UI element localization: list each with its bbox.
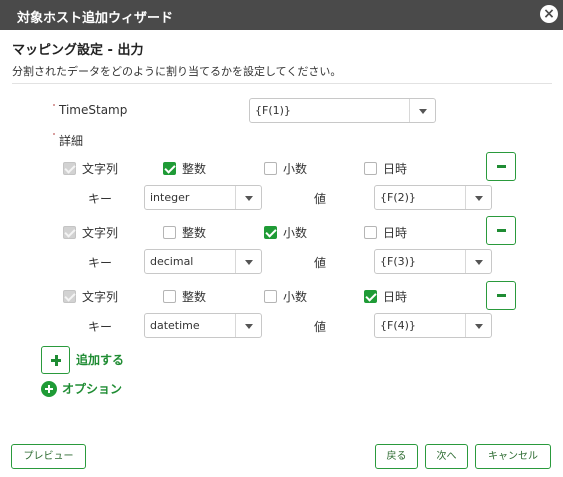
decimal-label: 小数	[283, 290, 308, 304]
value-select-value: {F(2)}	[380, 191, 416, 204]
datetime-label: 日時	[383, 226, 408, 240]
divider	[12, 83, 552, 84]
string-label: 文字列	[82, 226, 119, 240]
section-title: マッピング設定 - 出力	[12, 43, 144, 58]
remove-row-button[interactable]	[486, 281, 516, 310]
section-description: 分割されたデータをどのように割り当てるかを設定してください。	[12, 65, 342, 78]
decimal-label: 小数	[283, 162, 308, 176]
value-label: 値	[314, 192, 327, 206]
required-mark	[53, 104, 55, 106]
integer-label: 整数	[182, 162, 207, 176]
key-label: キー	[88, 192, 113, 206]
add-row-label[interactable]: 追加する	[76, 351, 124, 368]
chevron-down-icon	[465, 186, 491, 209]
key-select[interactable]: datetime	[144, 313, 262, 338]
back-button[interactable]: 戻る	[375, 444, 418, 469]
chevron-down-icon	[235, 186, 261, 209]
decimal-checkbox[interactable]	[264, 290, 277, 303]
plus-circle-icon[interactable]	[41, 381, 57, 397]
chevron-down-icon	[235, 314, 261, 337]
decimal-label: 小数	[283, 226, 308, 240]
key-label: キー	[88, 320, 113, 334]
integer-checkbox[interactable]	[163, 226, 176, 239]
remove-row-button[interactable]	[486, 216, 516, 245]
value-select-value: {F(4)}	[380, 319, 416, 332]
value-label: 値	[314, 256, 327, 270]
integer-checkbox[interactable]	[163, 290, 176, 303]
details-label: 詳細	[59, 134, 84, 148]
string-label: 文字列	[82, 162, 119, 176]
window-title: 対象ホスト追加ウィザード	[17, 11, 174, 26]
string-checkbox	[63, 290, 76, 303]
title-bar: 対象ホスト追加ウィザード ×	[0, 0, 563, 30]
value-select-value: {F(3)}	[380, 255, 416, 268]
datetime-checkbox[interactable]	[364, 162, 377, 175]
string-checkbox	[63, 162, 76, 175]
chevron-down-icon	[465, 250, 491, 273]
chevron-down-icon	[409, 99, 435, 122]
next-button[interactable]: 次へ	[425, 444, 468, 469]
datetime-label: 日時	[383, 162, 408, 176]
decimal-checkbox[interactable]	[264, 226, 277, 239]
close-icon[interactable]: ×	[540, 5, 558, 23]
value-label: 値	[314, 320, 327, 334]
key-select[interactable]: integer	[144, 185, 262, 210]
add-row-button[interactable]	[41, 346, 70, 374]
datetime-checkbox[interactable]	[364, 226, 377, 239]
string-checkbox	[63, 226, 76, 239]
required-mark	[53, 133, 55, 135]
chevron-down-icon	[465, 314, 491, 337]
string-label: 文字列	[82, 290, 119, 304]
datetime-checkbox[interactable]	[364, 290, 377, 303]
value-select[interactable]: {F(4)}	[374, 313, 492, 338]
preview-button[interactable]: プレビュー	[11, 444, 86, 469]
key-label: キー	[88, 256, 113, 270]
timestamp-select-value: {F(1)}	[255, 104, 291, 117]
chevron-down-icon	[235, 250, 261, 273]
decimal-checkbox[interactable]	[264, 162, 277, 175]
timestamp-label: TimeStamp	[59, 103, 128, 117]
key-select[interactable]: decimal	[144, 249, 262, 274]
key-select-value: decimal	[150, 255, 194, 268]
integer-label: 整数	[182, 226, 207, 240]
value-select[interactable]: {F(2)}	[374, 185, 492, 210]
cancel-button[interactable]: キャンセル	[475, 444, 551, 469]
datetime-label: 日時	[383, 290, 408, 304]
key-select-value: datetime	[150, 319, 200, 332]
key-select-value: integer	[150, 191, 190, 204]
option-link[interactable]: オプション	[62, 380, 122, 397]
integer-label: 整数	[182, 290, 207, 304]
value-select[interactable]: {F(3)}	[374, 249, 492, 274]
timestamp-select[interactable]: {F(1)}	[249, 98, 436, 123]
remove-row-button[interactable]	[486, 152, 516, 181]
integer-checkbox[interactable]	[163, 162, 176, 175]
